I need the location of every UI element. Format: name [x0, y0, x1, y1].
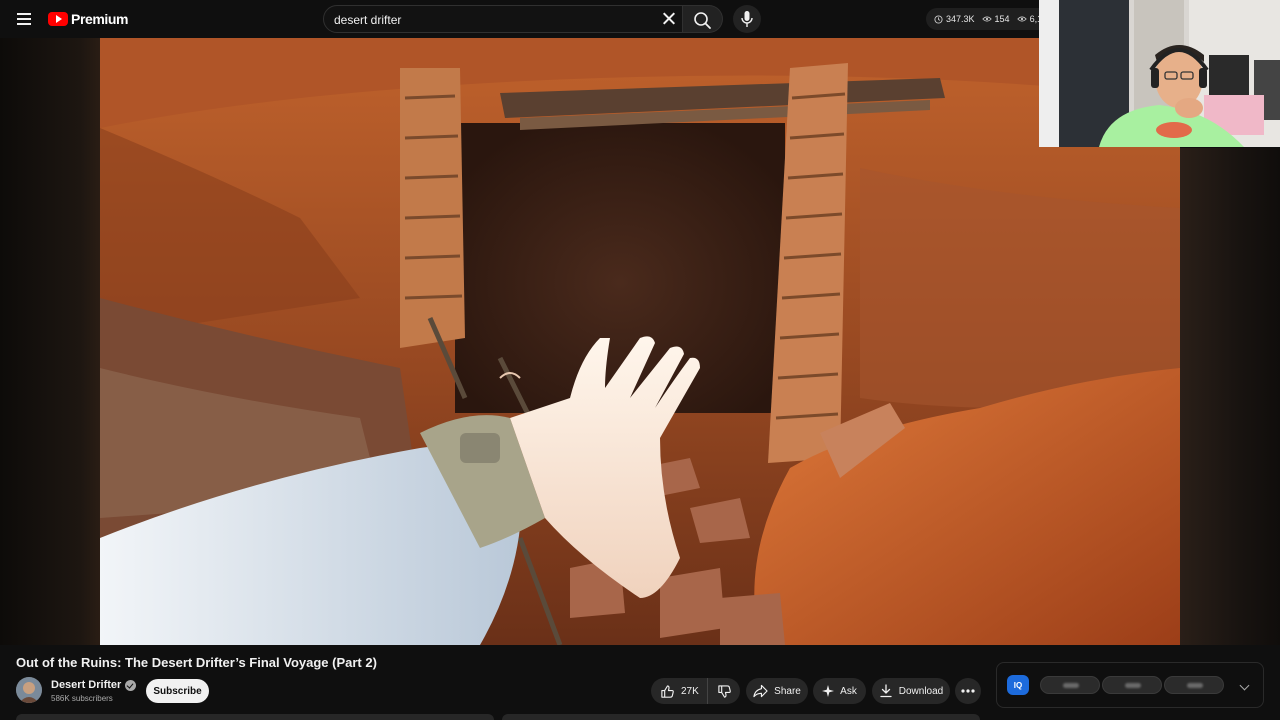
extension-metric-pill[interactable] — [1040, 676, 1100, 694]
clock-icon — [934, 14, 943, 24]
verified-icon — [125, 679, 137, 691]
dislike-button[interactable] — [708, 678, 740, 704]
channel-name-text: Desert Drifter — [51, 679, 122, 691]
share-icon — [753, 684, 768, 698]
search-button[interactable] — [683, 5, 723, 33]
microphone-icon — [741, 11, 753, 27]
thumbs-down-icon — [717, 684, 731, 698]
description-box-edge — [16, 714, 494, 720]
video-player[interactable] — [100, 38, 1180, 645]
webcam-overlay — [1039, 0, 1280, 147]
download-label: Download — [898, 685, 944, 697]
extension-metric-pill[interactable] — [1164, 676, 1224, 694]
search-icon — [694, 12, 711, 29]
more-horizontal-icon — [961, 689, 975, 693]
search-input[interactable] — [334, 11, 654, 29]
menu-icon[interactable] — [12, 7, 36, 31]
video-title: Out of the Ruins: The Desert Drifter’s F… — [16, 655, 377, 670]
youtube-logo-icon — [48, 12, 68, 26]
download-icon — [880, 684, 892, 698]
extension-metric-pill[interactable] — [1102, 676, 1162, 694]
ambient-right — [1180, 148, 1280, 645]
like-button[interactable]: 27K — [651, 678, 708, 704]
ambient-left — [0, 38, 100, 645]
stat-views: 154 — [981, 14, 1010, 24]
download-button[interactable]: Download — [872, 678, 950, 704]
subscriber-count: 586K subscribers — [51, 694, 113, 703]
comment-box-edge — [502, 714, 980, 720]
iq-extension-icon[interactable]: IQ — [1007, 675, 1029, 695]
like-dislike-group: 27K — [651, 678, 740, 704]
more-actions-button[interactable] — [955, 678, 981, 704]
subscribe-button[interactable]: Subscribe — [146, 679, 209, 703]
youtube-premium-logo[interactable]: Premium — [48, 10, 129, 28]
ask-label: Ask — [840, 685, 857, 697]
avatar-image — [16, 677, 42, 703]
share-button[interactable]: Share — [746, 678, 808, 704]
webcam-feed — [1039, 0, 1280, 147]
sparkle-icon — [822, 685, 835, 697]
clear-search-icon[interactable] — [660, 10, 678, 28]
search-box — [323, 5, 683, 33]
logo-text: Premium — [71, 11, 129, 27]
thumbs-up-icon — [661, 684, 674, 698]
stat-value: 347.3K — [946, 14, 975, 24]
channel-name[interactable]: Desert Drifter — [51, 679, 137, 691]
eye-icon — [981, 16, 992, 22]
like-count: 27K — [681, 685, 699, 697]
eye-icon — [1016, 16, 1027, 22]
video-frame — [100, 38, 1180, 645]
ask-button[interactable]: Ask — [813, 678, 866, 704]
share-label: Share — [774, 685, 801, 697]
voice-search-button[interactable] — [733, 5, 761, 33]
channel-avatar[interactable] — [16, 677, 42, 703]
stat-clock: 347.3K — [934, 14, 975, 24]
stat-value: 154 — [994, 14, 1010, 24]
